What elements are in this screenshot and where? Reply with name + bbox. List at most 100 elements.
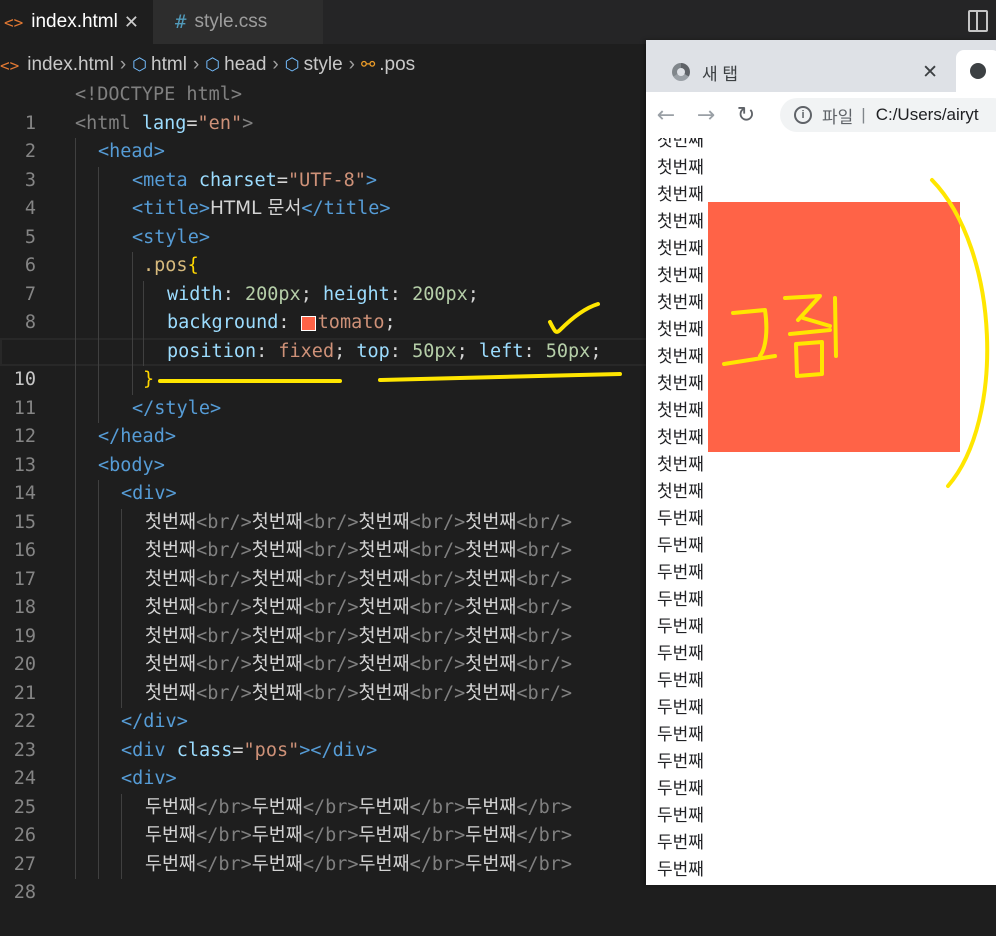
- code-token: </title>: [301, 198, 391, 219]
- code-token: left: [478, 340, 524, 362]
- code-line: 22 첫번째<br/>첫번째<br/>첫번째<br/>첫번째<br/>: [0, 679, 650, 732]
- code-token: 두번째: [145, 853, 197, 875]
- code-token: <!DOCTYPE html>: [75, 84, 243, 105]
- page-text-line: 첫번째: [657, 185, 704, 205]
- code-token: <br/>: [302, 568, 359, 590]
- code-token: 첫번째: [251, 597, 303, 618]
- code-token: height: [322, 283, 390, 305]
- code-token: <br/>: [302, 654, 359, 675]
- page-text-line: 첫번째: [657, 239, 704, 259]
- forward-arrow-icon[interactable]: →: [686, 103, 726, 128]
- code-token: </div>: [121, 711, 188, 732]
- code-token: 200px: [412, 283, 468, 305]
- breadcrumb-item-head[interactable]: ⬡ head: [205, 54, 266, 76]
- page-text-line: 첫번째: [657, 158, 704, 178]
- code-token: 첫번째: [465, 540, 517, 561]
- cube-icon: ⬡: [132, 55, 148, 75]
- code-token: <br/>: [516, 597, 573, 618]
- code-token: <style>: [132, 226, 210, 248]
- code-token: 두번째: [358, 825, 410, 846]
- code-line-active: 10 position: fixed; top: 50px; left: 50p…: [0, 337, 650, 390]
- chevron-right-icon: ›: [272, 54, 279, 75]
- code-token: <div>: [121, 483, 177, 504]
- code-token: 첫번째: [145, 625, 197, 647]
- code-token: </br>: [516, 853, 573, 875]
- code-token: <meta: [132, 169, 188, 191]
- browser-window: 새 탭 ✕ ← → ↻ i 파일 | C:/Users/airyt 첫번째 첫번째…: [646, 40, 996, 885]
- code-token: 첫번째: [251, 540, 303, 561]
- code-token: 두번째: [465, 825, 517, 846]
- page-text-line: 두번째: [657, 833, 704, 853]
- code-token: <br/>: [409, 625, 466, 647]
- code-token: tomato: [317, 312, 385, 333]
- code-line: 11 }: [0, 366, 650, 419]
- code-token: </br>: [516, 796, 573, 818]
- code-token: 두번째: [251, 796, 303, 818]
- code-token: 첫번째: [465, 597, 517, 618]
- selector-icon: ⚯: [360, 55, 376, 75]
- tab-style-css[interactable]: # style.css: [153, 0, 323, 44]
- fixed-pos-box: [708, 202, 960, 452]
- code-token: <br/>: [196, 682, 252, 704]
- back-arrow-icon[interactable]: ←: [646, 103, 686, 128]
- page-text-line: 두번째: [657, 725, 704, 745]
- chevron-right-icon: ›: [348, 54, 355, 75]
- code-line: 18 첫번째<br/>첫번째<br/>첫번째<br/>첫번째<br/>: [0, 565, 650, 618]
- page-text-line: 두번째: [657, 617, 704, 637]
- page-viewport[interactable]: 첫번째 첫번째 첫번째 첫번째 첫번째 첫번째 첫번째 첫번째 첫번째 첫번째 첫번째 첫번째 첫번째 첫…: [646, 138, 996, 885]
- code-token: <br/>: [409, 682, 466, 704]
- code-token: <br/>: [409, 654, 466, 675]
- code-token: <br/>: [302, 511, 359, 533]
- page-text-line: 두번째: [657, 779, 704, 799]
- breadcrumb-item-pos[interactable]: ⚯ .pos: [361, 54, 415, 76]
- address-prefix: 파일: [822, 107, 854, 127]
- code-token: <head>: [98, 141, 165, 162]
- code-token: </br>: [196, 825, 252, 846]
- code-token: 첫번째: [251, 511, 303, 533]
- code-token: <br/>: [196, 568, 252, 590]
- code-token: <br/>: [196, 511, 252, 533]
- code-token: </br>: [516, 825, 573, 846]
- css-file-icon: #: [175, 11, 187, 33]
- code-line: 5 <title>HTML 문서</title>: [0, 195, 650, 248]
- code-line: 14 <body>: [0, 451, 650, 504]
- reload-icon[interactable]: ↻: [726, 103, 766, 128]
- code-token: <br/>: [516, 568, 573, 590]
- page-text-line: 두번째: [657, 590, 704, 610]
- tab-index-html[interactable]: <> index.html ✕: [0, 0, 153, 44]
- code-token: 첫번째: [251, 625, 303, 647]
- close-icon[interactable]: ✕: [124, 12, 139, 33]
- code-line: 28 두번째</br>두번째</br>두번째</br>두번째</br>: [0, 850, 650, 903]
- breadcrumb-item-html[interactable]: ⬡ html: [132, 54, 187, 76]
- breadcrumb: <> index.html › ⬡ html › ⬡ head › ⬡ styl…: [0, 48, 660, 82]
- breadcrumb-item-style[interactable]: ⬡ style: [285, 54, 343, 76]
- browser-tab-file[interactable]: [956, 50, 996, 92]
- code-token: 두번째: [465, 796, 517, 818]
- page-text-line: 두번째: [657, 509, 704, 529]
- editor-tab-bar: <> index.html ✕ # style.css: [0, 0, 996, 44]
- breadcrumb-item-file[interactable]: <> index.html: [0, 54, 114, 76]
- code-token: <br/>: [196, 625, 252, 647]
- address-bar[interactable]: i 파일 | C:/Users/airyt: [780, 98, 996, 132]
- code-token: 첫번째: [251, 654, 303, 675]
- code-token: 첫번째: [465, 625, 517, 647]
- code-token: </style>: [132, 397, 222, 419]
- code-token: <br/>: [196, 597, 252, 618]
- page-text-line: 첫번째: [657, 212, 704, 232]
- code-token: <br/>: [302, 540, 359, 561]
- cube-icon: ⬡: [205, 55, 221, 75]
- color-swatch[interactable]: [300, 315, 316, 331]
- code-token: 두번째: [358, 796, 410, 818]
- info-icon[interactable]: i: [794, 106, 812, 124]
- code-editor[interactable]: 1 <!DOCTYPE html> 2 <html lang="en"> 3 <…: [0, 81, 650, 903]
- browser-tab-new[interactable]: 새 탭 ✕: [646, 52, 946, 92]
- code-token: <title>: [132, 198, 210, 219]
- code-token: 첫번째: [465, 511, 517, 533]
- code-line: 4 <meta charset="UTF-8">: [0, 166, 650, 219]
- page-text-line: 첫번째: [657, 428, 704, 448]
- close-icon[interactable]: ✕: [922, 61, 938, 84]
- browser-tab-title: 새 탭: [702, 64, 739, 84]
- code-token: lang: [141, 112, 187, 134]
- page-text-line: 첫번째: [657, 266, 704, 286]
- split-editor-icon[interactable]: [968, 10, 988, 32]
